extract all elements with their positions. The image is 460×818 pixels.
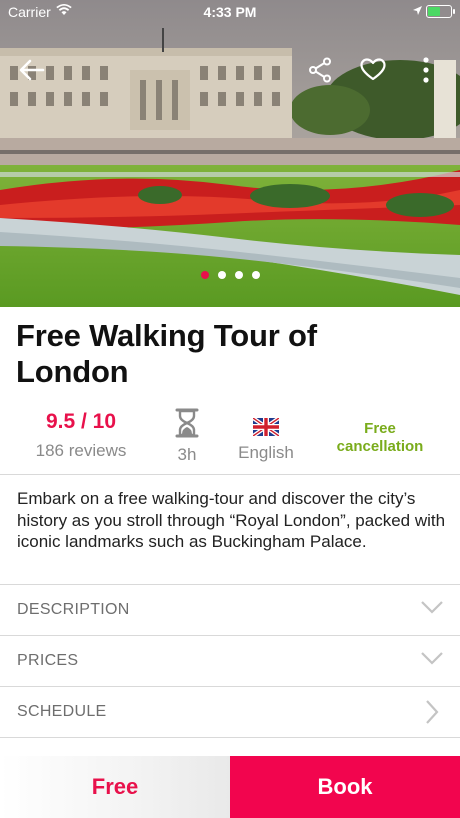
share-button[interactable] — [302, 52, 338, 88]
section-label: PRICES — [17, 652, 79, 669]
hourglass-icon — [175, 408, 199, 438]
status-bar: Carrier 4:33 PM — [0, 0, 460, 24]
carousel-dot[interactable] — [217, 271, 226, 279]
divider — [0, 474, 460, 475]
duration-block: 3h — [162, 408, 212, 466]
uk-flag-icon — [253, 418, 279, 436]
carousel-dot[interactable] — [234, 271, 243, 279]
clock: 4:33 PM — [203, 4, 257, 20]
tour-stats: 9.5 / 10 186 reviews 3h English Free can… — [0, 408, 460, 470]
back-button[interactable] — [14, 52, 50, 88]
booking-bar: Free Book — [0, 756, 460, 818]
divider — [0, 737, 460, 738]
hero-image[interactable]: Carrier 4:33 PM — [0, 0, 460, 307]
chevron-down-icon — [421, 601, 443, 614]
favorite-button[interactable] — [355, 52, 391, 88]
share-icon — [309, 57, 331, 83]
book-button[interactable]: Book — [230, 756, 460, 818]
cancellation-badge: Free cancellation — [336, 420, 424, 455]
buckingham-palace-photo — [0, 0, 460, 307]
section-prices[interactable]: PRICES — [0, 636, 460, 686]
tour-summary: Embark on a free walking-tour and discov… — [17, 489, 446, 551]
more-vertical-icon — [423, 57, 429, 83]
chevron-down-icon — [421, 652, 443, 665]
rating-score: 9.5 / 10 — [45, 410, 117, 433]
location-arrow-icon — [413, 6, 422, 15]
duration-value: 3h — [177, 445, 197, 464]
section-description[interactable]: DESCRIPTION — [0, 585, 460, 635]
heart-icon — [360, 58, 386, 81]
price-label: Free — [0, 756, 230, 818]
battery-icon — [426, 5, 455, 18]
more-options-button[interactable] — [408, 52, 444, 88]
section-schedule[interactable]: SCHEDULE — [0, 687, 460, 737]
tour-title: Free Walking Tour of London — [16, 318, 317, 389]
language-value: English — [238, 443, 294, 462]
back-arrow-icon — [19, 59, 45, 81]
section-label: SCHEDULE — [17, 703, 107, 720]
chevron-right-icon — [426, 700, 439, 724]
carousel-dot[interactable] — [251, 271, 260, 279]
rating-block[interactable]: 9.5 / 10 186 reviews — [18, 408, 144, 462]
review-count[interactable]: 186 reviews — [18, 440, 144, 462]
section-label: DESCRIPTION — [17, 601, 130, 618]
carousel-dot[interactable] — [200, 271, 209, 279]
language-block: English — [226, 408, 306, 464]
carousel-indicator[interactable] — [0, 271, 460, 279]
